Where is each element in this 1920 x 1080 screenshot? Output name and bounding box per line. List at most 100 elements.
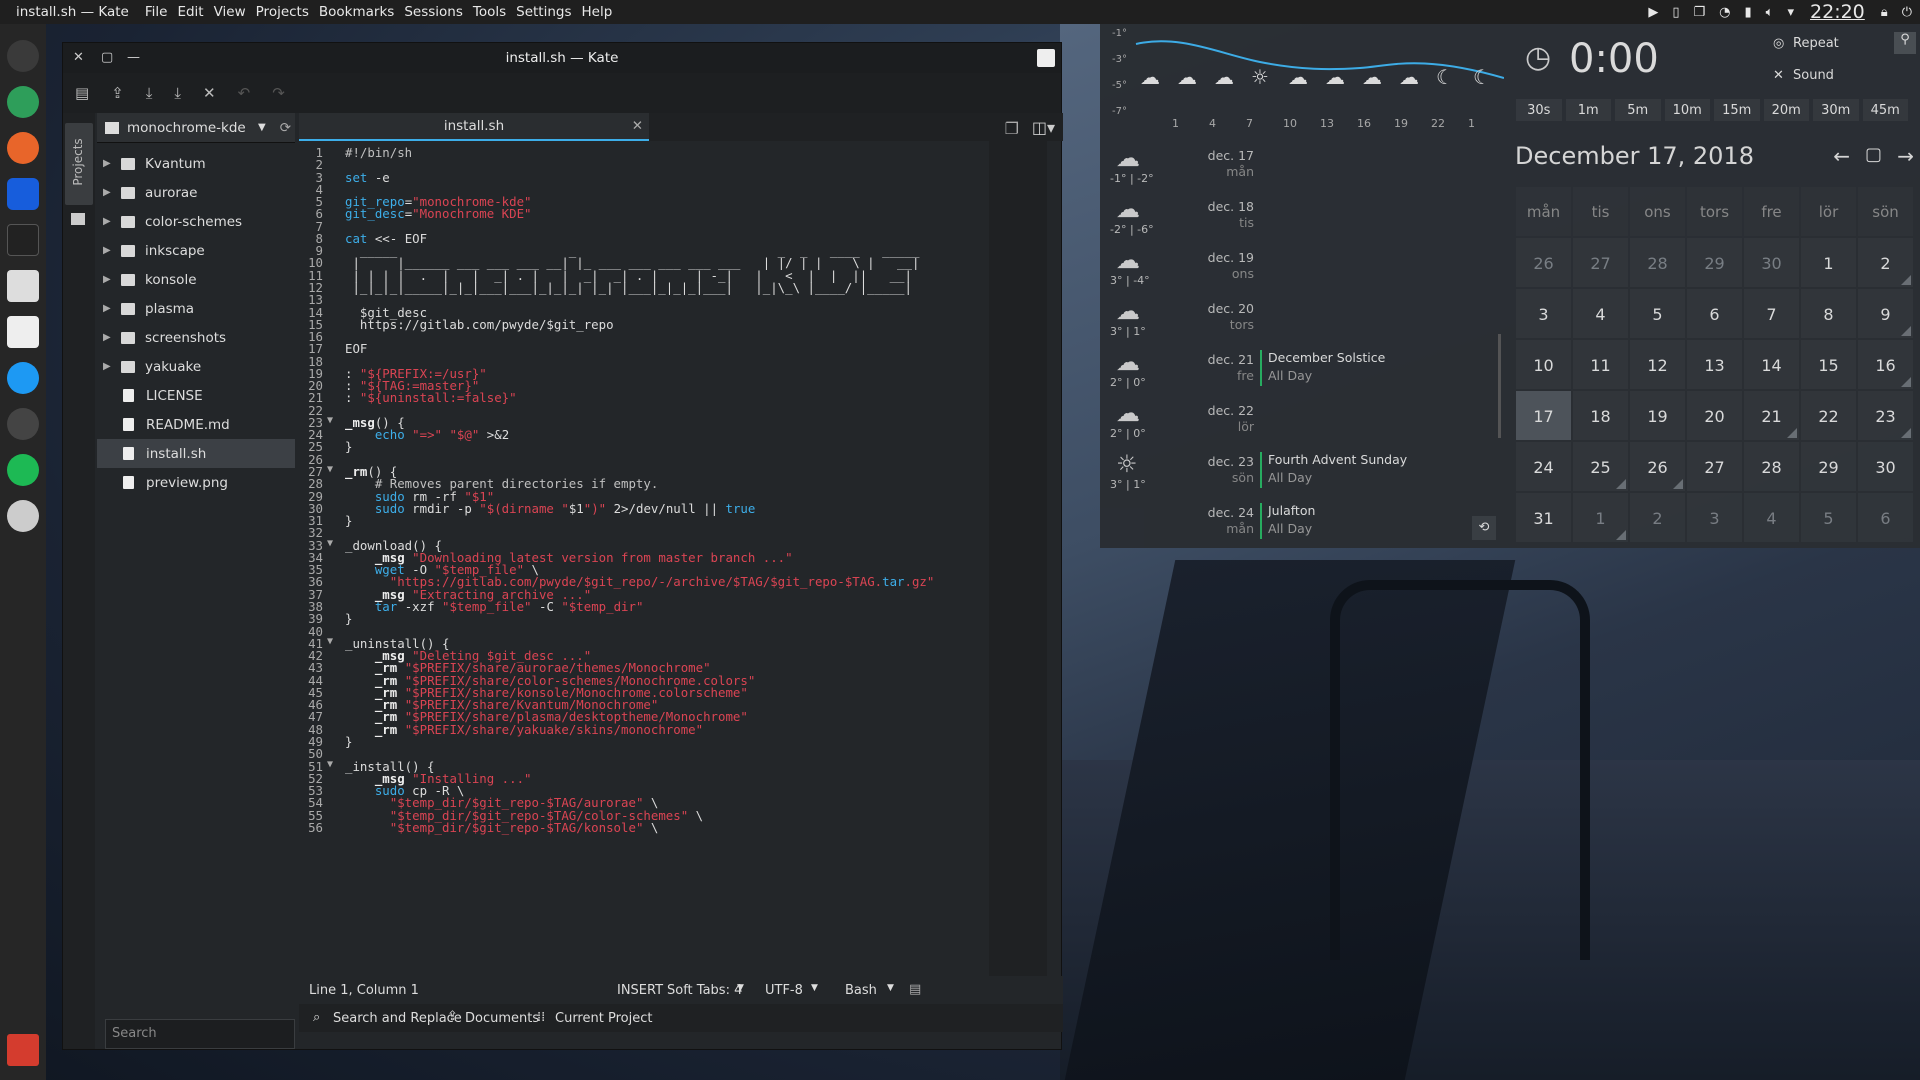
- syntax-selector[interactable]: Bash: [845, 983, 877, 998]
- menu-item-settings[interactable]: Settings: [516, 4, 571, 20]
- calendar-day[interactable]: 29: [1800, 441, 1857, 492]
- reload-icon[interactable]: ⟳: [280, 120, 291, 136]
- cursor-position[interactable]: Line 1, Column 1: [309, 983, 419, 998]
- close-document-icon[interactable]: ✕: [203, 84, 216, 102]
- tree-item[interactable]: README.md: [97, 410, 295, 439]
- terminal-icon[interactable]: [7, 224, 39, 256]
- trash-icon[interactable]: [7, 1034, 39, 1066]
- app-icon[interactable]: [7, 408, 39, 440]
- refresh-icon[interactable]: ⟲: [1472, 516, 1496, 540]
- timer-display[interactable]: 0:00: [1569, 36, 1659, 82]
- projects-side-tab[interactable]: Projects: [65, 123, 93, 205]
- timer-preset-button[interactable]: 45m: [1861, 98, 1909, 122]
- calendar-day[interactable]: 24: [1515, 441, 1572, 492]
- search-replace-button[interactable]: Search and Replace: [333, 1011, 462, 1026]
- spotify-icon[interactable]: [7, 454, 39, 486]
- phone-icon[interactable]: ▯: [1672, 5, 1679, 20]
- timer-preset-button[interactable]: 10m: [1663, 98, 1711, 122]
- next-month-icon[interactable]: →: [1897, 144, 1914, 168]
- calendar-day[interactable]: 30: [1857, 441, 1914, 492]
- calendar-day[interactable]: 14: [1743, 339, 1800, 390]
- redo-icon[interactable]: ↷: [272, 84, 285, 102]
- open-file-icon[interactable]: ⇪: [111, 84, 124, 102]
- calendar-day[interactable]: 26: [1515, 237, 1572, 288]
- calendar-day[interactable]: 16: [1857, 339, 1914, 390]
- timer-preset-button[interactable]: 30s: [1515, 98, 1563, 122]
- calendar-day[interactable]: 19: [1629, 390, 1686, 441]
- calendar-day[interactable]: 20: [1686, 390, 1743, 441]
- calendar-event[interactable]: Fourth Advent Sunday All Day: [1260, 452, 1407, 488]
- calendar-day[interactable]: 5: [1629, 288, 1686, 339]
- kate-icon[interactable]: [7, 316, 39, 348]
- fold-arrow-icon[interactable]: ▼: [327, 759, 333, 770]
- timer-preset-button[interactable]: 30m: [1812, 98, 1860, 122]
- close-tab-icon[interactable]: ✕: [632, 113, 643, 139]
- tree-item[interactable]: LICENSE: [97, 381, 295, 410]
- menu-item-bookmarks[interactable]: Bookmarks: [319, 4, 394, 20]
- code-view[interactable]: 1 #!/bin/sh 2 3 set -e 4 5 git_repo="monochrome…: [299, 141, 1063, 976]
- calendar-day[interactable]: 8: [1800, 288, 1857, 339]
- expand-arrow-icon[interactable]: ▶: [103, 158, 119, 169]
- calendar-day[interactable]: 30: [1743, 237, 1800, 288]
- tree-item[interactable]: ▶ color-schemes: [97, 207, 295, 236]
- timer-preset-button[interactable]: 20m: [1762, 98, 1810, 122]
- minimap[interactable]: [989, 141, 1047, 976]
- folder-icon[interactable]: [71, 213, 85, 225]
- power-icon[interactable]: ⏻: [1902, 5, 1912, 20]
- calendar-day[interactable]: 25: [1572, 441, 1629, 492]
- media-player-icon[interactable]: [7, 500, 39, 532]
- fold-arrow-icon[interactable]: ▼: [327, 636, 333, 647]
- calendar-day[interactable]: 23: [1857, 390, 1914, 441]
- bitwarden-icon[interactable]: [7, 178, 39, 210]
- calendar-day[interactable]: 4: [1572, 288, 1629, 339]
- tray-expand-icon[interactable]: ▾: [1787, 5, 1794, 20]
- expand-arrow-icon[interactable]: ▶: [103, 216, 119, 227]
- calendar-day[interactable]: 10: [1515, 339, 1572, 390]
- save-icon[interactable]: ⤓: [146, 84, 153, 102]
- maximize-icon[interactable]: ▢: [101, 43, 113, 73]
- calendar-day[interactable]: 6: [1857, 492, 1914, 543]
- lock-icon[interactable]: 🔒︎: [1881, 5, 1888, 20]
- calendar-day[interactable]: 28: [1743, 441, 1800, 492]
- calendar-today[interactable]: 17: [1515, 390, 1572, 441]
- expand-arrow-icon[interactable]: ▶: [103, 361, 119, 372]
- sound-toggle[interactable]: Sound: [1793, 68, 1834, 83]
- calendar-day[interactable]: 11: [1572, 339, 1629, 390]
- pin-icon[interactable]: ⚲: [1894, 32, 1916, 54]
- battery-icon[interactable]: ▮: [1745, 5, 1752, 20]
- timer-preset-button[interactable]: 15m: [1713, 98, 1761, 122]
- close-icon[interactable]: ✕: [73, 43, 84, 73]
- clipboard-icon[interactable]: ❐: [1694, 5, 1706, 20]
- file-manager-icon[interactable]: [7, 270, 39, 302]
- calendar-day[interactable]: 1: [1800, 237, 1857, 288]
- tree-item[interactable]: ▶ plasma: [97, 294, 295, 323]
- calendar-day[interactable]: 4: [1743, 492, 1800, 543]
- document-icon[interactable]: ▤: [909, 982, 921, 997]
- tree-item[interactable]: ▶ screenshots: [97, 323, 295, 352]
- calendar-day[interactable]: 22: [1800, 390, 1857, 441]
- indentation-selector[interactable]: Soft Tabs: 4: [667, 983, 742, 998]
- calendar-day[interactable]: 3: [1686, 492, 1743, 543]
- undo-icon[interactable]: ↶: [238, 84, 251, 102]
- timer-preset-button[interactable]: 1m: [1564, 98, 1612, 122]
- today-icon[interactable]: ▢: [1865, 144, 1882, 165]
- calendar-day[interactable]: 2: [1629, 492, 1686, 543]
- new-file-icon[interactable]: ▤: [75, 84, 89, 102]
- previous-month-icon[interactable]: ←: [1833, 144, 1850, 168]
- calendar-day[interactable]: 27: [1686, 441, 1743, 492]
- documents-button[interactable]: Documents: [465, 1011, 539, 1026]
- tree-item[interactable]: preview.png: [97, 468, 295, 497]
- fold-arrow-icon[interactable]: ▼: [327, 538, 333, 549]
- menu-item-projects[interactable]: Projects: [256, 4, 309, 20]
- current-project-button[interactable]: Current Project: [555, 1011, 652, 1026]
- tree-item[interactable]: ▶ yakuake: [97, 352, 295, 381]
- calendar-day[interactable]: 29: [1686, 237, 1743, 288]
- media-play-icon[interactable]: ▶: [1648, 5, 1658, 20]
- timer-preset-button[interactable]: 5m: [1614, 98, 1662, 122]
- calendar-event[interactable]: Julafton All Day: [1260, 503, 1315, 539]
- calendar-day[interactable]: 26: [1629, 441, 1686, 492]
- calendar-day[interactable]: 13: [1686, 339, 1743, 390]
- fold-arrow-icon[interactable]: ▼: [327, 464, 333, 475]
- update-icon[interactable]: [7, 362, 39, 394]
- project-selector[interactable]: monochrome-kde ▼ ⟳: [97, 113, 295, 143]
